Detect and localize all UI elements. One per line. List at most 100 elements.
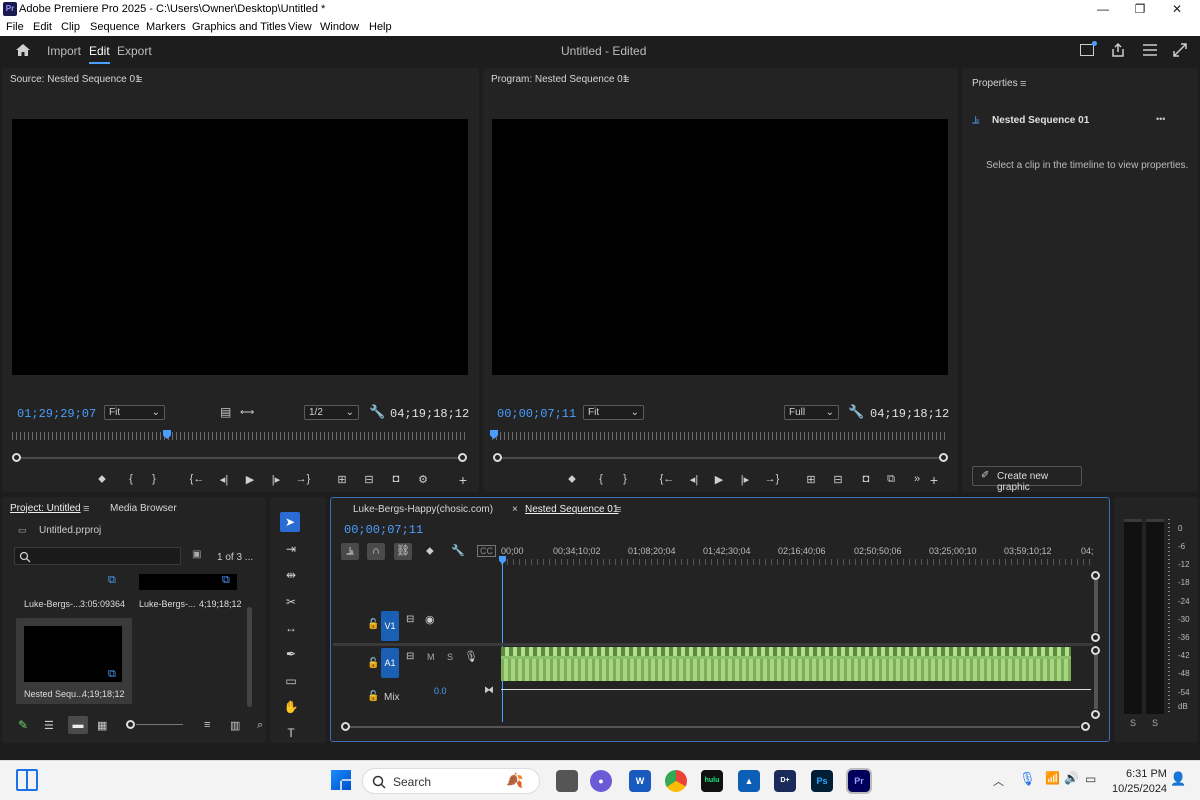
chevron-up-icon[interactable]: ︿ <box>993 773 1004 789</box>
add-marker-icon[interactable]: ⬥ <box>94 473 110 486</box>
menu-markers[interactable]: Markers <box>146 21 186 33</box>
freeform-view-icon[interactable]: ▦ <box>97 719 107 732</box>
add-button-icon[interactable]: + <box>926 472 942 488</box>
sync-lock-icon[interactable]: ⊟ <box>406 614 414 625</box>
add-marker-icon[interactable]: ⬥ <box>564 473 580 486</box>
vertical-scrollbar-video[interactable] <box>1094 580 1098 632</box>
type-tool-icon[interactable]: T <box>281 724 301 742</box>
source-panel-title[interactable]: Source: Nested Sequence 01 <box>10 74 141 85</box>
program-panel-title[interactable]: Program: Nested Sequence 01 <box>491 74 628 85</box>
tab-luke-bergs-happy[interactable]: Luke-Bergs-Happy(chosic.com) <box>353 504 493 515</box>
source-zoom-scrollbar[interactable] <box>16 457 463 459</box>
find-icon[interactable]: ⌕ <box>257 719 263 732</box>
mark-out-icon[interactable]: } <box>617 473 633 485</box>
mark-out-icon[interactable]: } <box>146 473 162 485</box>
pen-tool-icon[interactable]: ✒ <box>281 645 301 663</box>
linked-selection-icon[interactable]: ⛓ <box>394 543 412 560</box>
slip-tool-icon[interactable]: ↔ <box>281 619 301 637</box>
source-scroll-handle-right[interactable] <box>458 453 467 462</box>
go-to-out-icon[interactable]: →} <box>764 473 780 485</box>
go-to-in-icon[interactable]: {← <box>189 473 205 485</box>
clock-date[interactable]: 10/25/2024 <box>1112 783 1167 795</box>
program-timecode[interactable]: 00;00;07;11 <box>497 407 576 421</box>
snap-icon[interactable]: ∩ <box>367 543 385 560</box>
captions-icon[interactable]: CC <box>477 545 496 557</box>
project-item-thumb-1[interactable]: ⧉ <box>14 574 132 590</box>
settings-menu-icon[interactable]: ▤ <box>220 405 231 419</box>
wrench-icon[interactable]: 🔧 <box>848 404 864 420</box>
workspaces-icon[interactable] <box>1080 41 1097 56</box>
program-video-frame[interactable] <box>492 119 948 375</box>
notifications-icon[interactable]: 👤 <box>1170 771 1186 787</box>
vertical-scroll-top[interactable] <box>1091 571 1100 580</box>
solo-right-button[interactable]: S <box>1152 718 1158 728</box>
close-button[interactable]: ✕ <box>1159 0 1195 19</box>
microphone-icon[interactable]: 🎙 <box>1019 771 1036 787</box>
menu-graphics-and-titles[interactable]: Graphics and Titles <box>192 21 286 33</box>
timeline-menu-icon[interactable]: ≡ <box>615 504 621 516</box>
source-time-ruler[interactable] <box>12 432 468 440</box>
microphone-icon[interactable]: 🎙 <box>464 650 478 663</box>
wrench-icon[interactable]: 🔧 <box>451 544 465 557</box>
program-time-ruler[interactable] <box>492 432 948 440</box>
program-fit-dropdown[interactable]: Fit ⌄ <box>583 405 644 420</box>
premiere-taskbar-icon[interactable]: Pr <box>846 768 872 794</box>
paramount-icon[interactable]: ▲ <box>738 770 760 792</box>
close-tab-icon[interactable]: × <box>512 504 518 515</box>
solo-button[interactable]: S <box>447 652 453 662</box>
mark-in-icon[interactable]: { <box>593 473 609 485</box>
camera-icon[interactable]: ◘ <box>858 473 874 485</box>
menu-help[interactable]: Help <box>369 21 392 33</box>
windows-start-icon[interactable] <box>331 770 351 790</box>
mute-button[interactable]: M <box>427 652 435 662</box>
vertical-scroll-audio-top[interactable] <box>1091 646 1100 655</box>
pencil-icon[interactable]: ✎ <box>18 718 28 732</box>
menu-sequence[interactable]: Sequence <box>90 21 140 33</box>
program-zoom-scrollbar[interactable] <box>497 457 942 459</box>
clock-time[interactable]: 6:31 PM <box>1126 768 1167 780</box>
more-options-icon[interactable]: ••• <box>1156 114 1165 124</box>
share-icon[interactable] <box>1110 42 1126 58</box>
vertical-scroll-mid[interactable] <box>1091 633 1100 642</box>
project-item-selected[interactable]: ⧉ Nested Sequ... 4;19;18;12 <box>16 618 132 704</box>
chrome-icon[interactable] <box>665 770 687 792</box>
step-forward-icon[interactable]: |▸ <box>737 473 753 486</box>
camera-icon[interactable]: ◘ <box>388 473 404 485</box>
menu-view[interactable]: View <box>288 21 312 33</box>
more-controls-icon[interactable]: » <box>909 473 925 485</box>
widgets-icon[interactable] <box>16 769 38 791</box>
timeline-timecode[interactable]: 00;00;07;11 <box>344 523 423 537</box>
create-new-graphic-button[interactable]: ✐ Create new graphic <box>972 466 1082 493</box>
word-icon[interactable]: W <box>629 770 651 792</box>
project-scrollbar[interactable] <box>247 607 252 707</box>
v1-track-target[interactable]: V1 <box>381 611 399 641</box>
hulu-icon[interactable]: hulu <box>701 770 723 792</box>
play-icon[interactable]: ▶ <box>242 473 258 486</box>
track-divider[interactable] <box>333 643 1093 646</box>
program-resolution-dropdown[interactable]: Full ⌄ <box>784 405 839 420</box>
timeline-playhead-line[interactable] <box>502 562 503 722</box>
tab-media-browser[interactable]: Media Browser <box>110 503 177 514</box>
quick-export-icon[interactable] <box>1142 43 1158 57</box>
eye-icon[interactable]: ◉ <box>425 613 435 626</box>
sort-icon[interactable]: ≡ <box>204 719 210 731</box>
timeline-ruler[interactable] <box>501 559 1091 565</box>
new-bin-icon[interactable]: ▣ <box>192 549 201 560</box>
comparison-view-icon[interactable]: ⧉ <box>883 473 899 486</box>
rectangle-tool-icon[interactable]: ▭ <box>281 672 301 690</box>
zoom-slider-track[interactable] <box>136 724 183 725</box>
maximize-button[interactable]: ❐ <box>1122 0 1158 19</box>
home-icon[interactable] <box>15 42 31 58</box>
volume-icon[interactable]: 🔊 <box>1064 771 1079 785</box>
lift-icon[interactable]: ⊞ <box>803 473 819 486</box>
mark-in-icon[interactable]: { <box>123 473 139 485</box>
audio-clip[interactable] <box>501 647 1071 681</box>
properties-title[interactable]: Properties <box>972 78 1018 89</box>
menu-file[interactable]: File <box>6 21 24 33</box>
teams-chat-icon[interactable]: ● <box>590 770 612 792</box>
workspace-import[interactable]: Import <box>47 44 81 58</box>
vertical-scroll-bottom[interactable] <box>1091 710 1100 719</box>
project-menu-icon[interactable]: ≡ <box>83 503 89 515</box>
mix-value[interactable]: 0.0 <box>434 686 447 696</box>
menu-clip[interactable]: Clip <box>61 21 80 33</box>
